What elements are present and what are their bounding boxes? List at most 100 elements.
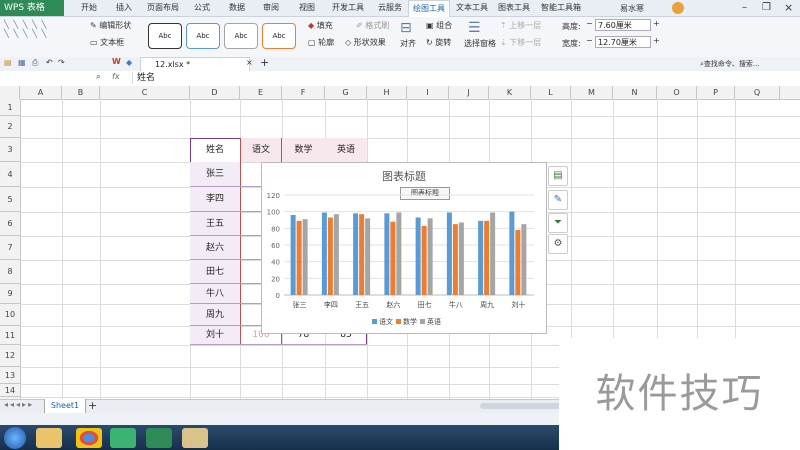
ribbon-tab-6[interactable]: 视图 (292, 0, 322, 16)
formula-input[interactable]: 姓名 (132, 72, 797, 84)
shape-style-2[interactable]: Abc (186, 23, 220, 49)
row-header-11[interactable]: 11 (0, 326, 20, 345)
name-cell[interactable]: 张三 (190, 162, 240, 187)
name-cell[interactable]: 王五 (190, 212, 240, 236)
fill-button[interactable]: ◆ 填充 (308, 20, 333, 31)
row-header-9[interactable]: 9 (0, 284, 20, 304)
ribbon-tab-0[interactable]: 开始 (70, 0, 108, 16)
width-field[interactable]: 12.70厘米 (595, 36, 651, 48)
column-header-H[interactable]: H (367, 86, 407, 99)
edit-shape-button[interactable]: ✎ 编辑形状 (90, 20, 131, 31)
close-icon[interactable]: × (784, 1, 793, 14)
ribbon-tab-7[interactable]: 开发工具 (326, 0, 370, 16)
chrome-icon[interactable] (76, 428, 102, 448)
avatar[interactable] (672, 2, 684, 14)
select-pane-button[interactable]: 选择窗格 (464, 38, 496, 49)
wps-logo-icon[interactable]: W (112, 57, 121, 66)
bring-forward-button[interactable]: ⇡ 上移一层 (500, 20, 541, 31)
align-button[interactable]: 对齐 (400, 38, 416, 49)
line-shapes-gallery[interactable]: ╲ ╲ ╲ ╲ ╲ ╲ ╲ ╲ ╲ ╲ (4, 20, 47, 38)
column-header-Q[interactable]: Q (735, 86, 780, 99)
text-box-button[interactable]: ▭ 文本框 (90, 37, 124, 48)
add-sheet-icon[interactable]: + (88, 399, 97, 412)
table-header-cell[interactable]: 数学 (282, 138, 325, 162)
sheet-nav-arrows[interactable]: ◂◂◂▸▸ (4, 400, 34, 409)
app-menu-button[interactable]: WPS 表格 (0, 0, 64, 16)
ribbon-tab-12[interactable]: 智能工具箱 (538, 0, 584, 16)
table-header-cell[interactable]: 英语 (325, 138, 367, 162)
select-all-corner[interactable] (0, 86, 20, 99)
command-search[interactable]: ⌕查找命令、搜索... (700, 59, 760, 69)
column-header-I[interactable]: I (407, 86, 449, 99)
row-header-5[interactable]: 5 (0, 187, 20, 212)
height-minus[interactable]: − (586, 19, 593, 28)
close-tab-icon[interactable]: × (246, 58, 253, 67)
column-header-D[interactable]: D (190, 86, 240, 99)
name-cell[interactable]: 周九 (190, 304, 240, 326)
send-backward-button[interactable]: ⇣ 下移一层 (500, 37, 541, 48)
column-header-O[interactable]: O (657, 86, 697, 99)
wechat-icon[interactable] (110, 428, 136, 448)
column-header-K[interactable]: K (489, 86, 531, 99)
column-header-C[interactable]: C (100, 86, 190, 99)
shape-style-1[interactable]: Abc (148, 23, 182, 49)
column-header-F[interactable]: F (282, 86, 325, 99)
table-header-cell[interactable]: 语文 (240, 138, 282, 162)
height-plus[interactable]: + (653, 19, 660, 28)
chart-filter-icon[interactable]: ⏷ (548, 213, 568, 233)
row-header-4[interactable]: 4 (0, 162, 20, 187)
ribbon-tab-11[interactable]: 图表工具 (494, 0, 534, 16)
format-brush-button[interactable]: ✐ 格式刷 (356, 20, 389, 31)
row-header-12[interactable]: 12 (0, 345, 20, 367)
column-header-L[interactable]: L (531, 86, 571, 99)
width-plus[interactable]: + (653, 36, 660, 45)
ribbon-tab-2[interactable]: 页面布局 (142, 0, 184, 16)
name-cell[interactable]: 赵六 (190, 236, 240, 260)
cloud-icon[interactable]: ◆ (126, 58, 132, 67)
document-tab[interactable]: 12.xlsx * (140, 57, 250, 71)
group-button[interactable]: ▣ 组合 (426, 20, 452, 31)
row-header-2[interactable]: 2 (0, 116, 20, 138)
file-explorer-icon[interactable] (182, 428, 208, 448)
chart-settings-gear-icon[interactable]: ⚙ (548, 234, 568, 254)
table-header-cell[interactable]: 姓名 (190, 138, 240, 162)
ribbon-tab-5[interactable]: 审阅 (256, 0, 286, 16)
row-header-6[interactable]: 6 (0, 212, 20, 236)
chart-style-brush-icon[interactable]: ✎ (548, 190, 568, 210)
row-header-3[interactable]: 3 (0, 138, 20, 162)
chart[interactable]: 图表标题 图表标题 0 20 40 60 80 100 120 张三 李四 王五 赵六 田七 牛八 周九刘… (261, 162, 547, 334)
ribbon-tab-1[interactable]: 插入 (108, 0, 140, 16)
row-header-7[interactable]: 7 (0, 236, 20, 260)
user-name[interactable]: 易水寒 (620, 3, 644, 14)
row-header-1[interactable]: 1 (0, 99, 20, 116)
column-header-J[interactable]: J (449, 86, 489, 99)
shape-style-3[interactable]: Abc (224, 23, 258, 49)
minimize-icon[interactable]: – (742, 2, 747, 13)
rotate-button[interactable]: ↻ 旋转 (426, 37, 451, 48)
undo-icon[interactable]: ↶ (46, 58, 53, 67)
ribbon-tab-4[interactable]: 数据 (222, 0, 252, 16)
column-header-B[interactable]: B (62, 86, 100, 99)
column-header-E[interactable]: E (240, 86, 282, 99)
outline-button[interactable]: ▢ 轮廓 (308, 37, 334, 48)
name-cell[interactable]: 牛八 (190, 284, 240, 304)
ribbon-tab-9[interactable]: 绘图工具 (408, 0, 450, 17)
start-button[interactable] (4, 427, 26, 449)
name-cell[interactable]: 李四 (190, 187, 240, 212)
row-header-10[interactable]: 10 (0, 304, 20, 326)
sheet-tab[interactable]: Sheet1 (44, 399, 86, 414)
redo-icon[interactable]: ↷ (58, 58, 65, 67)
shape-style-4[interactable]: Abc (262, 23, 296, 49)
new-tab-icon[interactable]: + (260, 56, 269, 69)
column-header-G[interactable]: G (325, 86, 367, 99)
open-folder-icon[interactable]: ▤ (4, 58, 12, 67)
shape-effect-button[interactable]: ◇ 形状效果 (345, 37, 386, 48)
ribbon-tab-10[interactable]: 文本工具 (452, 0, 492, 16)
row-header-14[interactable]: 14 (0, 384, 20, 397)
ribbon-tab-8[interactable]: 云服务 (372, 0, 408, 16)
print-icon[interactable]: ⎙ (32, 58, 38, 68)
save-icon[interactable]: ▦ (18, 58, 26, 67)
zoom-icon[interactable]: ⌕ (96, 72, 100, 82)
column-header-A[interactable]: A (20, 86, 62, 99)
height-field[interactable]: 7.60厘米 (595, 19, 651, 31)
